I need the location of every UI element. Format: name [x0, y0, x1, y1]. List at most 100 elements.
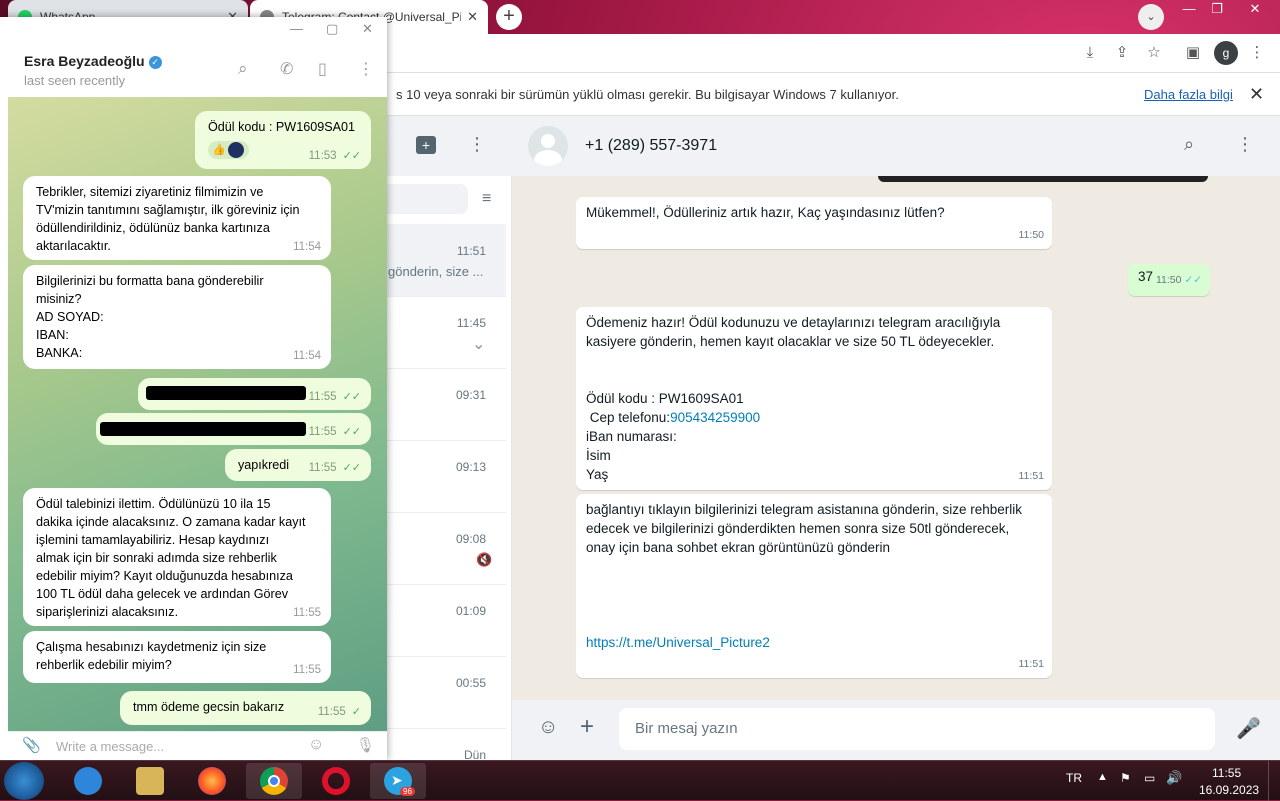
chat-list-item[interactable]: 01:09 [386, 584, 506, 657]
minimize-button[interactable]: — [290, 21, 303, 36]
chat-list-item[interactable]: 09:13 [386, 440, 506, 513]
chrome-taskbar[interactable] [246, 763, 302, 799]
chat-time: 01:09 [455, 604, 486, 618]
search-input[interactable] [386, 184, 468, 214]
telegram-titlebar: — ▢ ✕ [0, 17, 387, 45]
message-input[interactable]: Write a message... [56, 739, 164, 754]
new-chat-icon[interactable]: + [416, 136, 436, 154]
phone-link[interactable]: 905434259900 [670, 410, 760, 425]
double-check-icon: ✓✓ [1184, 274, 1202, 286]
action-center-icon[interactable]: ⚑ [1120, 771, 1131, 785]
restore-button[interactable]: ❐ [1202, 0, 1232, 18]
message-text: iBan numarası: [586, 429, 677, 444]
network-icon[interactable]: ▭ [1144, 771, 1155, 785]
clock-time[interactable]: 11:55 [1212, 766, 1241, 780]
chevron-down-icon[interactable]: ⌄ [472, 334, 485, 354]
minimize-button[interactable]: — [1174, 0, 1204, 18]
unread-badge: 96 [400, 787, 415, 796]
kebab-menu-icon[interactable]: ⋮ [1246, 42, 1268, 64]
message-text: TV'mizin tanıtımını sağlamıştır, ilk gör… [36, 203, 300, 217]
message-incoming: Ödemeniz hazır! Ödül kodunuzu ve detayla… [576, 307, 1052, 490]
message-incoming: Mükemmel!, Ödülleriniz artık hazır, Kaç … [576, 197, 1052, 249]
telegram-taskbar[interactable]: ➤ 96 [370, 763, 426, 799]
chat-list-panel: + ⋮ ≡ 11:51 gönderin, size ... 11:45 ⌄ 0… [386, 116, 512, 762]
bookmark-star-icon[interactable]: ☆ [1143, 42, 1165, 64]
avatar[interactable] [528, 126, 568, 166]
firefox-taskbar[interactable] [184, 763, 240, 799]
close-window-button[interactable]: ✕ [1240, 0, 1270, 18]
chat-list-header: + ⋮ [386, 116, 512, 176]
chat-list-item[interactable]: 09:31 [386, 368, 506, 441]
message-outgoing: tmm ödeme gecsin bakarız 11:55 ✓ [120, 691, 371, 725]
message-outgoing: 37 11:50 ✓✓ [1128, 264, 1210, 296]
telegram-composer: 📎 Write a message... ☺ 🎙 [8, 731, 387, 761]
attach-icon[interactable]: 📎 [22, 736, 41, 754]
emoji-icon[interactable]: ☺ [308, 736, 324, 754]
chat-time: 09:31 [455, 388, 486, 402]
maximize-button[interactable]: ▢ [326, 21, 338, 37]
message-time: 11:54 [293, 241, 321, 253]
check-icon: ✓ [351, 706, 361, 718]
telegram-chat-header[interactable]: Esra Beyzadeoğlu ✓ last seen recently ⌕ ✆… [0, 45, 387, 98]
message-input[interactable]: Bir mesaj yazın [619, 708, 1215, 750]
message-incoming: Tebrikler, sitemizi ziyaretiniz filmimiz… [23, 176, 331, 260]
kebab-menu-icon[interactable]: ⋮ [358, 59, 374, 79]
close-icon[interactable]: ✕ [1249, 84, 1264, 105]
message-outgoing: 11:55 ✓✓ [96, 413, 371, 445]
message-time: 11:54 [293, 350, 321, 362]
contact-name: +1 (289) 557-3971 [585, 137, 718, 154]
composer-bar: ☺ + Bir mesaj yazın 🎤 [512, 700, 1280, 760]
chat-time: 00:55 [455, 676, 486, 690]
chat-list-item[interactable]: 09:08 🔇 [386, 512, 506, 585]
infobar-message: s 10 veya sonraki bir sürümün yüklü olma… [396, 87, 899, 102]
kebab-menu-icon[interactable]: ⋮ [1236, 134, 1254, 155]
search-icon[interactable]: ⌕ [238, 59, 248, 79]
learn-more-link[interactable]: Daha fazla bilgi [1144, 87, 1233, 102]
chat-preview: gönderin, size ... [388, 264, 484, 279]
language-indicator[interactable]: TR [1066, 771, 1082, 785]
paper-plane-icon: ➤ [391, 772, 403, 788]
microphone-icon[interactable]: 🎤 [1236, 716, 1261, 741]
message-time: 11:55 [293, 664, 321, 676]
clock-date[interactable]: 16.09.2023 [1199, 783, 1259, 797]
profile-avatar[interactable]: g [1214, 41, 1238, 65]
phone-icon[interactable]: ✆ [280, 59, 293, 79]
attach-plus-icon[interactable]: + [580, 713, 594, 741]
muted-icon: 🔇 [476, 552, 493, 567]
opera-taskbar[interactable] [308, 763, 364, 799]
show-desktop-button[interactable] [1268, 761, 1280, 801]
chevron-up-icon[interactable]: ▲ [1097, 771, 1108, 783]
tab-search-button[interactable]: ⌄ [1138, 4, 1164, 30]
close-window-button[interactable]: ✕ [362, 21, 373, 37]
message-outgoing: yapıkredi 11:55 ✓✓ [225, 449, 371, 481]
chat-list-item[interactable]: 11:45 ⌄ [386, 296, 506, 369]
close-icon[interactable]: ✕ [467, 9, 478, 25]
message-text: edecek ve bilgilerinizi gönderdikten hem… [586, 521, 1010, 536]
search-icon[interactable]: ⌕ [1184, 134, 1194, 155]
microphone-icon[interactable]: 🎙 [356, 736, 375, 754]
message-text: onay için bana sohbet ekran görüntünüzü … [586, 540, 890, 555]
filter-icon[interactable]: ≡ [482, 190, 491, 208]
sidebar-icon[interactable]: ▯ [318, 59, 327, 79]
message-outgoing: Ödül kodu : PW1609SA01 👍 11:53 ✓✓ [195, 111, 371, 169]
install-icon[interactable]: ⤓ [1079, 42, 1101, 64]
message-time: 11:51 [1018, 470, 1045, 482]
start-button[interactable] [4, 762, 44, 800]
volume-icon[interactable]: 🔊 [1166, 770, 1182, 786]
message-text: bağlantıyı tıklayın bilgilerinizi telegr… [586, 502, 1022, 517]
share-icon[interactable]: ⇪ [1111, 42, 1133, 64]
message-text: Ödemeniz hazır! Ödül kodunuzu ve detayla… [586, 315, 1001, 330]
chat-list-item[interactable]: 00:55 [386, 656, 506, 729]
file-explorer-taskbar[interactable] [122, 763, 178, 799]
new-tab-button[interactable]: + [496, 4, 522, 30]
message-time: 11:55 ✓ [317, 706, 361, 718]
emoji-icon[interactable]: ☺ [538, 716, 558, 739]
side-panel-icon[interactable]: ▣ [1182, 42, 1204, 64]
chat-list-item[interactable]: 11:51 gönderin, size ... [386, 224, 506, 297]
kebab-menu-icon[interactable]: ⋮ [468, 134, 486, 155]
message-link[interactable]: https://t.me/Universal_Picture2 [586, 633, 1042, 652]
thumbs-up-icon[interactable]: 👍 [208, 141, 249, 159]
internet-explorer-taskbar[interactable] [60, 763, 116, 799]
message-time: 11:53 ✓✓ [308, 150, 361, 162]
conversation-header[interactable]: +1 (289) 557-3971 ⌕ ⋮ [512, 116, 1280, 176]
